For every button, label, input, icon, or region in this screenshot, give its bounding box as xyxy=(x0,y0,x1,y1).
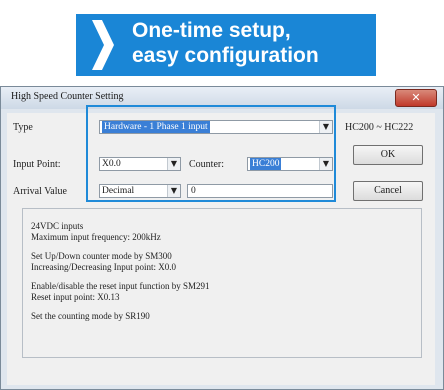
info-line: Set the counting mode by SR190 xyxy=(31,311,150,321)
ok-button[interactable]: OK xyxy=(353,145,423,165)
type-label: Type xyxy=(13,122,33,133)
banner-title: One-time setup, easy configuration xyxy=(132,18,319,68)
info-line: Set Up/Down counter mode by SM300 xyxy=(31,251,172,261)
info-line: 24VDC inputs xyxy=(31,221,84,231)
banner-line-2: easy configuration xyxy=(132,44,319,67)
chevron-right-icon xyxy=(92,20,114,70)
arrival-value-label: Arrival Value xyxy=(13,186,67,197)
type-range-label: HC200 ~ HC222 xyxy=(345,122,414,133)
input-point-label: Input Point: xyxy=(13,159,61,170)
banner-line-1: One-time setup, xyxy=(132,19,291,42)
cancel-button[interactable]: Cancel xyxy=(353,181,423,201)
highlight-frame xyxy=(86,105,336,202)
info-line: Enable/disable the reset input function … xyxy=(31,281,210,291)
dialog-title: High Speed Counter Setting xyxy=(11,91,124,102)
close-button[interactable]: ✕ xyxy=(395,89,437,107)
info-line: Reset input point: X0.13 xyxy=(31,292,120,302)
info-line: Maximum input frequency: 200kHz xyxy=(31,232,161,242)
info-panel: 24VDC inputs Maximum input frequency: 20… xyxy=(22,208,422,358)
info-line: Increasing/Decreasing Input point: X0.0 xyxy=(31,262,176,272)
promo-banner: One-time setup, easy configuration xyxy=(76,14,376,76)
